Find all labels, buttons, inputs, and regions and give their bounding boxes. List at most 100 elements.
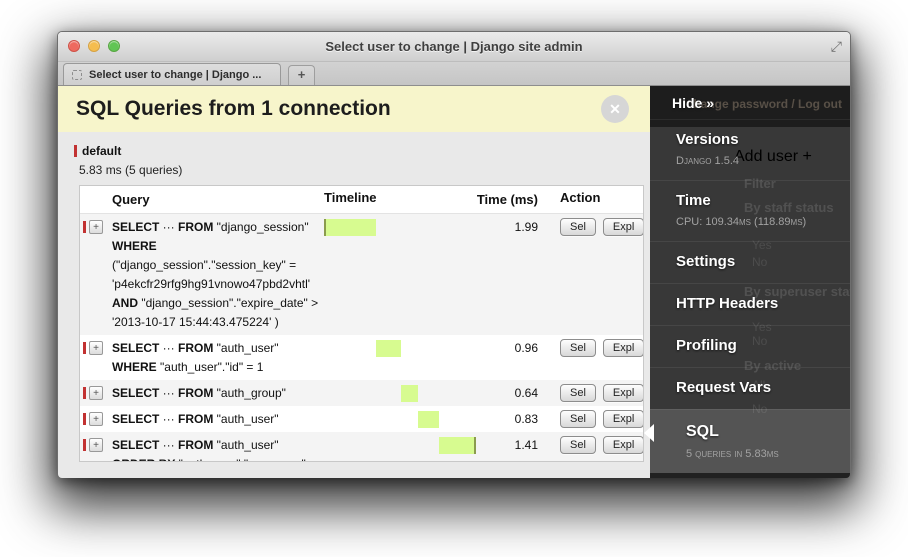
toolbar-item-settings[interactable]: Settings xyxy=(650,241,850,283)
explain-button[interactable]: Expl xyxy=(603,339,644,357)
toolbar-item-request-vars[interactable]: Request Vars xyxy=(650,367,850,409)
toolbar-item-versions[interactable]: Versions Django 1.5.4 xyxy=(650,119,850,180)
expand-query-button[interactable]: + xyxy=(89,220,103,234)
table-header-row: Query Timeline Time (ms) Action xyxy=(80,186,643,214)
query-time: 1.41 xyxy=(476,436,550,455)
explain-button[interactable]: Expl xyxy=(603,384,644,402)
query-timeline xyxy=(324,384,476,403)
query-timeline xyxy=(324,436,476,455)
query-actions: Sel Expl xyxy=(550,436,644,454)
toolbar-item-profiling[interactable]: Profiling xyxy=(650,325,850,367)
query-actions: Sel Expl xyxy=(550,410,644,428)
query-row: + SELECT ··· FROM "auth_user" ORDER BY "… xyxy=(80,432,643,462)
tab-bar: Select user to change | Django ... + xyxy=(58,61,850,86)
timeline-bar xyxy=(439,437,476,454)
select-button[interactable]: Sel xyxy=(560,384,596,402)
select-button[interactable]: Sel xyxy=(560,339,596,357)
query-timeline xyxy=(324,218,476,237)
query-timeline xyxy=(324,410,476,429)
toolbar-item-detail: 5 queries in 5.83ms xyxy=(686,448,850,460)
query-rows: + SELECT ··· FROM "django_session" WHERE… xyxy=(80,214,643,462)
toolbar-item-label: Hide » xyxy=(672,95,714,111)
query-sql: SELECT ··· FROM "auth_user" xyxy=(112,410,324,429)
minimize-window-button[interactable] xyxy=(88,40,100,52)
query-timeline xyxy=(324,339,476,358)
query-actions: Sel Expl xyxy=(550,218,644,236)
zoom-window-button[interactable] xyxy=(108,40,120,52)
sql-panel-title: SQL Queries from 1 connection xyxy=(76,97,391,121)
toolbar-item-label: Settings xyxy=(676,253,850,270)
query-actions: Sel Expl xyxy=(550,339,644,357)
close-panel-button[interactable]: ✕ xyxy=(601,95,629,123)
new-tab-button[interactable]: + xyxy=(288,65,315,85)
window-title: Select user to change | Django site admi… xyxy=(58,32,850,61)
expand-query-button[interactable]: + xyxy=(89,412,103,426)
select-button[interactable]: Sel xyxy=(560,218,596,236)
query-sql: SELECT ··· FROM "auth_user" ORDER BY "au… xyxy=(112,436,324,462)
selected-panel-arrow-icon xyxy=(644,424,654,442)
query-time: 1.99 xyxy=(476,218,550,237)
toolbar-menu: Hide » Versions Django 1.5.4 Time CPU: 1… xyxy=(650,86,850,478)
window-titlebar[interactable]: Select user to change | Django site admi… xyxy=(58,32,850,61)
timeline-bar xyxy=(376,340,401,357)
query-sql: SELECT ··· FROM "django_session" WHERE (… xyxy=(112,218,324,332)
close-icon: ✕ xyxy=(609,102,621,116)
query-time: 0.64 xyxy=(476,384,550,403)
explain-button[interactable]: Expl xyxy=(603,436,644,454)
select-button[interactable]: Sel xyxy=(560,436,596,454)
explain-button[interactable]: Expl xyxy=(603,410,644,428)
toolbar-bottom-strip xyxy=(650,473,850,478)
timeline-bar xyxy=(401,385,418,402)
toolbar-item-label: Time xyxy=(676,192,850,209)
favicon-placeholder-icon xyxy=(72,70,82,80)
sql-panel-body: default 5.83 ms (5 queries) Query Timeli… xyxy=(58,132,650,478)
toolbar-item-detail: CPU: 109.34ms (118.89ms) xyxy=(676,216,850,228)
expand-query-button[interactable]: + xyxy=(89,341,103,355)
query-color-marker xyxy=(83,439,86,451)
debug-toolbar: change password / Log outAdd user +Filte… xyxy=(650,86,850,478)
connection-row: default xyxy=(74,144,650,158)
column-header-timeline: Timeline xyxy=(324,190,476,209)
browser-window: Select user to change | Django site admi… xyxy=(57,31,851,478)
query-time: 0.96 xyxy=(476,339,550,358)
traffic-lights xyxy=(68,40,120,52)
tab-title: Select user to change | Django ... xyxy=(89,69,261,81)
query-sql: SELECT ··· FROM "auth_group" xyxy=(112,384,324,403)
desktop: Select user to change | Django site admi… xyxy=(0,0,908,557)
select-button[interactable]: Sel xyxy=(560,410,596,428)
expand-query-button[interactable]: + xyxy=(89,438,103,452)
query-color-marker xyxy=(83,221,86,233)
timeline-bar xyxy=(418,411,440,428)
column-header-time: Time (ms) xyxy=(476,190,550,209)
query-row: + SELECT ··· FROM "auth_user" WHERE "aut… xyxy=(80,335,643,380)
expand-query-button[interactable]: + xyxy=(89,386,103,400)
timeline-bar xyxy=(324,219,376,236)
close-window-button[interactable] xyxy=(68,40,80,52)
query-row: + SELECT ··· FROM "auth_user" 0.83 Sel Ex… xyxy=(80,406,643,432)
toolbar-item-sql[interactable]: SQL 5 queries in 5.83ms xyxy=(650,409,850,473)
query-row: + SELECT ··· FROM "auth_group" 0.64 Sel E… xyxy=(80,380,643,406)
sql-panel-header: SQL Queries from 1 connection ✕ xyxy=(58,86,650,132)
query-time: 0.83 xyxy=(476,410,550,429)
query-color-marker xyxy=(83,413,86,425)
explain-button[interactable]: Expl xyxy=(603,218,644,236)
toolbar-item-hide[interactable]: Hide » xyxy=(650,86,850,119)
connection-color-marker xyxy=(74,145,77,157)
window-content: SQL Queries from 1 connection ✕ default … xyxy=(58,86,850,478)
fullscreen-icon[interactable]: ⤢ xyxy=(831,38,842,55)
query-color-marker xyxy=(83,387,86,399)
tab-select-user[interactable]: Select user to change | Django ... xyxy=(63,63,281,85)
toolbar-item-time[interactable]: Time CPU: 109.34ms (118.89ms) xyxy=(650,180,850,241)
connection-name: default xyxy=(82,144,121,158)
connection-summary: 5.83 ms (5 queries) xyxy=(79,163,650,177)
toolbar-item-http-headers[interactable]: HTTP Headers xyxy=(650,283,850,325)
toolbar-item-label: Profiling xyxy=(676,337,850,354)
column-header-action: Action xyxy=(550,190,643,205)
toolbar-item-label: SQL xyxy=(686,423,850,441)
query-table: Query Timeline Time (ms) Action + SELECT… xyxy=(79,185,644,462)
query-row: + SELECT ··· FROM "django_session" WHERE… xyxy=(80,214,643,335)
query-actions: Sel Expl xyxy=(550,384,644,402)
toolbar-item-label: Versions xyxy=(676,131,850,148)
toolbar-item-detail: Django 1.5.4 xyxy=(676,155,850,167)
toolbar-item-label: HTTP Headers xyxy=(676,295,850,312)
